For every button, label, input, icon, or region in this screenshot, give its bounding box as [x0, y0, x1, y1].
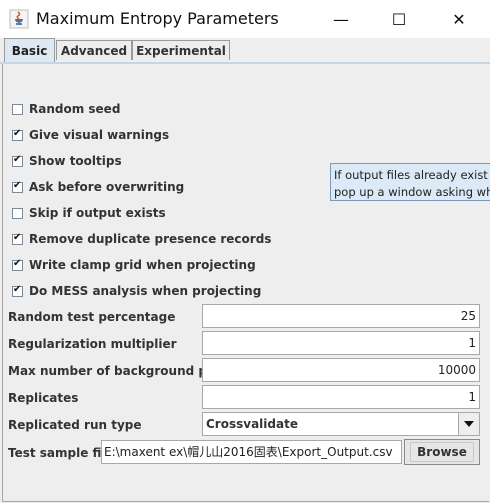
ask-before-overwriting-checkbox[interactable]: Ask before overwriting — [12, 179, 184, 195]
checkbox-box[interactable] — [12, 207, 23, 219]
checkbox-label: Show tooltips — [29, 154, 122, 168]
replicates-input[interactable]: 1 — [202, 385, 480, 409]
checkbox-box[interactable] — [12, 284, 23, 297]
do-mess-analysis-checkbox[interactable]: Do MESS analysis when projecting — [12, 283, 261, 299]
tab-experimental[interactable]: Experimental — [132, 40, 230, 60]
checkbox-box[interactable] — [12, 180, 23, 193]
remove-duplicate-presence-records-checkbox[interactable]: Remove duplicate presence records — [12, 231, 271, 247]
browse-button[interactable]: Browse — [404, 439, 480, 465]
regularization-multiplier-input[interactable]: 1 — [202, 331, 480, 355]
tooltip-line: pop up a window asking whe — [334, 185, 490, 199]
checkbox-label: Ask before overwriting — [29, 180, 185, 194]
browse-button-label: Browse — [410, 442, 474, 462]
dropdown-button[interactable] — [458, 413, 479, 435]
test-sample-file-label: Test sample file — [8, 446, 114, 460]
checkbox-label: Give visual warnings — [29, 128, 170, 142]
minimize-icon: — — [333, 9, 349, 29]
maximize-icon: ☐ — [391, 9, 407, 29]
random-seed-checkbox[interactable]: Random seed — [12, 101, 120, 117]
close-button[interactable]: ✕ — [436, 0, 482, 38]
checkbox-label: Random seed — [29, 102, 121, 116]
replicates-label: Replicates — [8, 391, 79, 405]
tab-advanced[interactable]: Advanced — [56, 40, 132, 60]
checkbox-label: Do MESS analysis when projecting — [29, 284, 262, 298]
checkbox-label: Write clamp grid when projecting — [29, 258, 256, 272]
close-icon: ✕ — [452, 9, 466, 29]
select-value: Crossvalidate — [206, 417, 298, 431]
tab-basic[interactable]: Basic — [4, 38, 55, 62]
test-sample-file-input[interactable]: E:\maxent ex\帽儿山2016固表\Export_Output.csv — [101, 440, 402, 464]
tab-strip: Basic Advanced Experimental — [0, 38, 490, 62]
tooltip: If output files already exist for pop up… — [330, 163, 490, 201]
random-test-percentage-input[interactable]: 25 — [202, 304, 480, 328]
replicated-run-type-select[interactable]: Crossvalidate — [202, 412, 480, 436]
show-tooltips-checkbox[interactable]: Show tooltips — [12, 153, 122, 169]
checkbox-box[interactable] — [12, 128, 23, 141]
checkbox-box[interactable] — [12, 103, 23, 115]
chevron-down-icon — [464, 421, 474, 427]
regularization-multiplier-label: Regularization multiplier — [8, 337, 177, 351]
give-visual-warnings-checkbox[interactable]: Give visual warnings — [12, 127, 169, 143]
tooltip-line: If output files already exist for — [334, 168, 490, 182]
checkbox-box[interactable] — [12, 258, 23, 271]
checkbox-label: Remove duplicate presence records — [29, 232, 272, 246]
skip-if-output-exists-checkbox[interactable]: Skip if output exists — [12, 205, 166, 221]
max-background-points-input[interactable]: 10000 — [202, 358, 480, 382]
checkbox-box[interactable] — [12, 232, 23, 245]
java-app-icon — [9, 9, 29, 29]
maximize-button[interactable]: ☐ — [376, 0, 422, 38]
title-bar: Maximum Entropy Parameters — ☐ ✕ — [0, 0, 490, 38]
window-title: Maximum Entropy Parameters — [36, 9, 279, 28]
random-test-percentage-label: Random test percentage — [8, 310, 176, 324]
checkbox-box[interactable] — [12, 154, 23, 167]
replicated-run-type-label: Replicated run type — [8, 418, 142, 432]
checkbox-label: Skip if output exists — [29, 206, 166, 220]
minimize-button[interactable]: — — [318, 0, 364, 38]
write-clamp-grid-checkbox[interactable]: Write clamp grid when projecting — [12, 257, 256, 273]
